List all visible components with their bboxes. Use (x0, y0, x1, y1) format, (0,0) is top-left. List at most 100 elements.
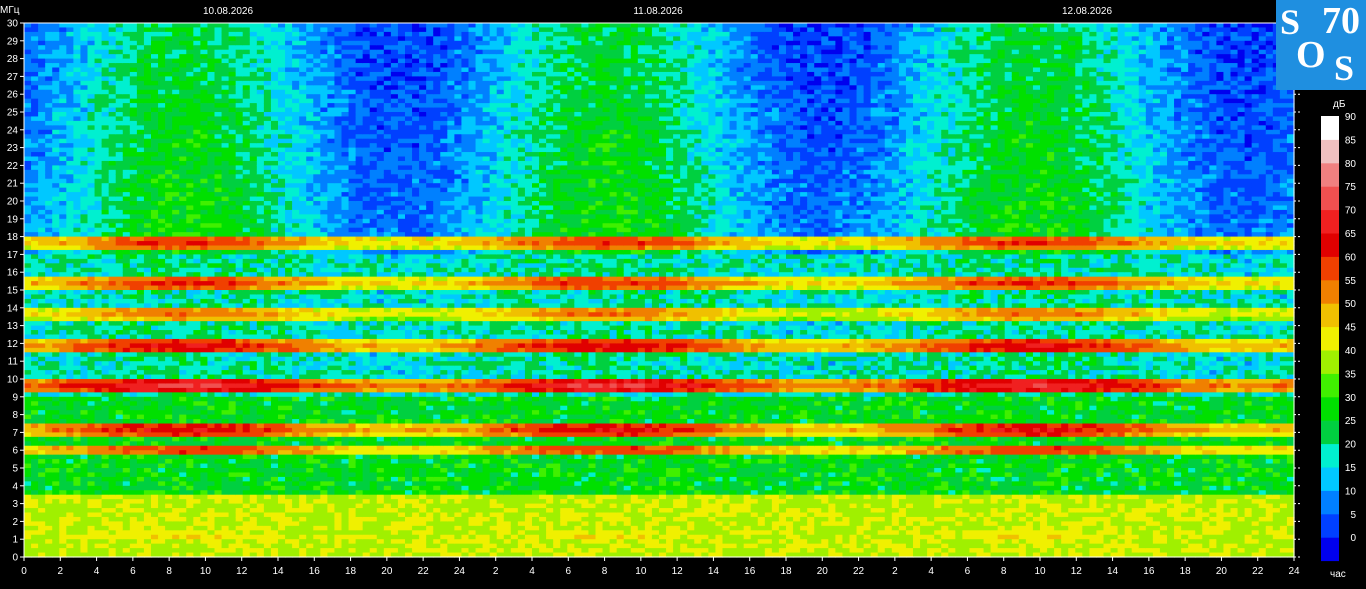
heatmap-cell (228, 165, 237, 171)
heatmap-cell (94, 503, 103, 509)
heatmap-cell (306, 298, 314, 304)
heatmap-cell (73, 334, 82, 340)
heatmap-cell (136, 258, 145, 264)
heatmap-cell (207, 298, 216, 304)
heatmap-cell (278, 427, 286, 433)
heatmap-cell (136, 76, 145, 82)
heatmap-cell (94, 338, 103, 344)
heatmap-cell (87, 232, 96, 238)
heatmap-cell (249, 165, 258, 171)
heatmap-cell (285, 294, 293, 300)
heatmap-cell (193, 383, 201, 389)
heatmap-cell (31, 160, 39, 166)
heatmap-cell (73, 40, 82, 46)
heatmap-cell (45, 490, 53, 496)
heatmap-cell (94, 223, 103, 229)
heatmap-cell (45, 40, 53, 46)
heatmap-cell (214, 245, 223, 251)
heatmap-cell (270, 134, 279, 140)
heatmap-cell (122, 468, 131, 474)
heatmap-cell (221, 165, 230, 171)
heatmap-cell (221, 530, 230, 536)
heatmap-cell (87, 414, 96, 420)
heatmap-cell (285, 432, 293, 438)
heatmap-cell (256, 303, 265, 309)
heatmap-cell (306, 147, 314, 153)
heatmap-cell (221, 120, 230, 126)
heatmap-cell (214, 116, 223, 122)
heatmap-cell (129, 512, 138, 518)
heatmap-cell (66, 539, 74, 545)
heatmap-cell (80, 174, 89, 180)
heatmap-cell (115, 459, 124, 465)
heatmap-cell (59, 241, 67, 247)
heatmap-cell (165, 281, 173, 287)
heatmap-cell (278, 138, 286, 144)
heatmap-cell (151, 209, 159, 215)
heatmap-cell (87, 174, 96, 180)
heatmap-cell (249, 459, 258, 465)
heatmap-cell (143, 196, 152, 202)
heatmap-cell (143, 490, 152, 496)
heatmap-cell (242, 476, 251, 482)
heatmap-cell (143, 36, 152, 42)
heatmap-cell (235, 472, 244, 478)
heatmap-cell (306, 63, 314, 69)
heatmap-cell (270, 241, 279, 247)
heatmap-cell (214, 218, 223, 224)
heatmap-cell (179, 516, 187, 522)
heatmap-cell (80, 334, 89, 340)
heatmap-cell (52, 165, 60, 171)
heatmap-cell (122, 516, 131, 522)
heatmap-cell (165, 76, 173, 82)
heatmap-cell (129, 468, 138, 474)
heatmap-cell (270, 352, 279, 358)
heatmap-cell (151, 67, 159, 73)
heatmap-cell (73, 423, 82, 429)
heatmap-cell (80, 414, 89, 420)
heatmap-cell (256, 232, 265, 238)
heatmap-cell (122, 401, 131, 407)
heatmap-cell (80, 405, 89, 411)
heatmap-cell (136, 143, 145, 149)
heatmap-cell (73, 76, 82, 82)
heatmap-cell (151, 525, 159, 531)
heatmap-cell (94, 156, 103, 162)
heatmap-cell (59, 160, 67, 166)
heatmap-cell (24, 281, 32, 287)
heatmap-cell (306, 499, 314, 505)
heatmap-cell (292, 156, 300, 162)
heatmap-cell (256, 387, 265, 393)
heatmap-cell (31, 103, 39, 109)
heatmap-cell (186, 227, 194, 233)
heatmap-cell (256, 245, 265, 251)
heatmap-cell (80, 285, 89, 291)
heatmap-cell (66, 120, 74, 126)
heatmap-cell (263, 356, 272, 362)
heatmap-cell (80, 450, 89, 456)
heatmap-cell (73, 196, 82, 202)
heatmap-cell (200, 303, 209, 309)
heatmap-cell (66, 441, 74, 447)
heatmap-cell (242, 209, 251, 215)
heatmap-cell (249, 534, 258, 540)
heatmap-cell (94, 120, 103, 126)
heatmap-cell (115, 347, 124, 353)
heatmap-cell (73, 27, 82, 33)
heatmap-cell (66, 321, 74, 327)
heatmap-cell (306, 427, 314, 433)
heatmap-cell (31, 472, 39, 478)
heatmap-cell (299, 45, 307, 51)
heatmap-cell (179, 298, 187, 304)
heatmap-cell (179, 459, 187, 465)
heatmap-cell (263, 129, 272, 135)
heatmap-cell (122, 174, 131, 180)
heatmap-cell (73, 338, 82, 344)
heatmap-cell (179, 209, 187, 215)
heatmap-cell (263, 40, 272, 46)
heatmap-cell (292, 481, 300, 487)
heatmap-cell (38, 503, 46, 509)
heatmap-cell (45, 419, 53, 425)
heatmap-cell (278, 334, 286, 340)
heatmap-cell (136, 379, 145, 385)
